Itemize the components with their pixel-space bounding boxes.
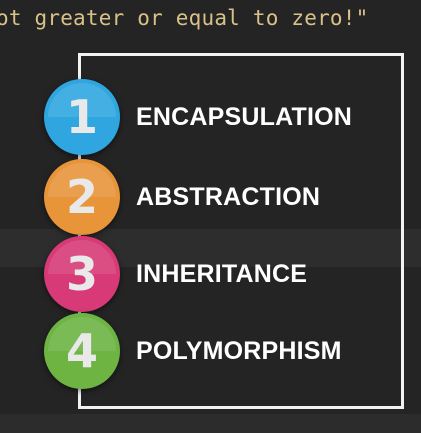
pillar-encapsulation: 1 ENCAPSULATION xyxy=(44,79,404,155)
editor-bottom-band xyxy=(0,414,421,433)
pillar-polymorphism: 4 POLYMORPHISM xyxy=(44,313,404,389)
video-frame: ot greater or equal to zero!" 1 ENCAPSUL… xyxy=(0,0,421,433)
pillar-label: POLYMORPHISM xyxy=(136,337,342,365)
pillar-label: ABSTRACTION xyxy=(136,183,321,211)
badge-number: 2 xyxy=(65,170,98,224)
code-line: ot greater or equal to zero!" xyxy=(0,6,369,30)
pillar-abstraction: 2 ABSTRACTION xyxy=(44,159,404,235)
badge-number: 1 xyxy=(65,90,98,144)
pillar-inheritance: 3 INHERITANCE xyxy=(44,236,404,312)
badge-number: 3 xyxy=(65,247,98,301)
pillar-label: ENCAPSULATION xyxy=(136,103,353,131)
badge-number: 4 xyxy=(65,324,98,378)
pillar-label: INHERITANCE xyxy=(136,260,308,288)
